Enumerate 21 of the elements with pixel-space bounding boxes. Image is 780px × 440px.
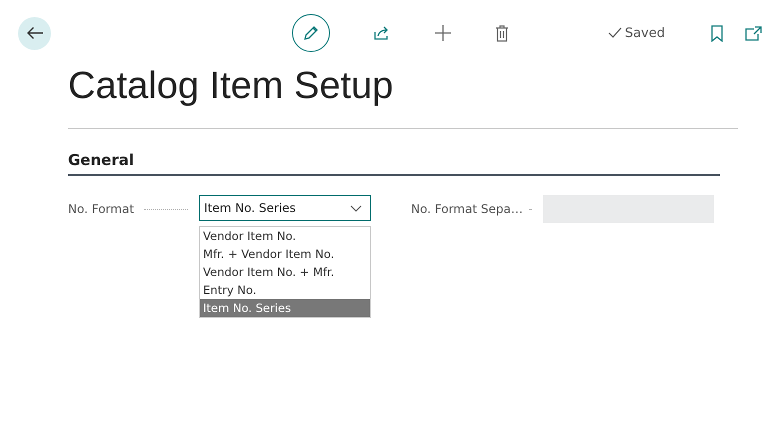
pop-out-icon[interactable] [745, 26, 762, 40]
plus-icon[interactable] [434, 24, 452, 42]
dropdown-option[interactable]: Vendor Item No. [200, 227, 370, 245]
section-title: General [68, 150, 720, 176]
bookmark-icon[interactable] [711, 24, 723, 42]
dropdown-option[interactable]: Vendor Item No. + Mfr. [200, 263, 370, 281]
trash-icon[interactable] [495, 24, 509, 42]
format-select[interactable]: Item No. Series [199, 195, 372, 221]
field-label: No. Format Sepa… [411, 201, 523, 218]
edit-button[interactable] [292, 14, 330, 52]
dropdown-option[interactable]: Mfr. + Vendor Item No. [200, 245, 370, 263]
page-title: Catalog Item Setup [68, 64, 394, 109]
dropdown-option[interactable]: Entry No. [200, 281, 370, 299]
back-button[interactable] [18, 16, 51, 50]
check-icon [608, 27, 622, 39]
dropdown-option[interactable]: Item No. Series [200, 299, 370, 317]
chevron-down-icon [350, 204, 362, 212]
saved-status: Saved [624, 26, 665, 40]
back-arrow-icon [26, 26, 44, 40]
pencil-icon [302, 24, 320, 42]
field-label: No. Format [68, 201, 134, 218]
